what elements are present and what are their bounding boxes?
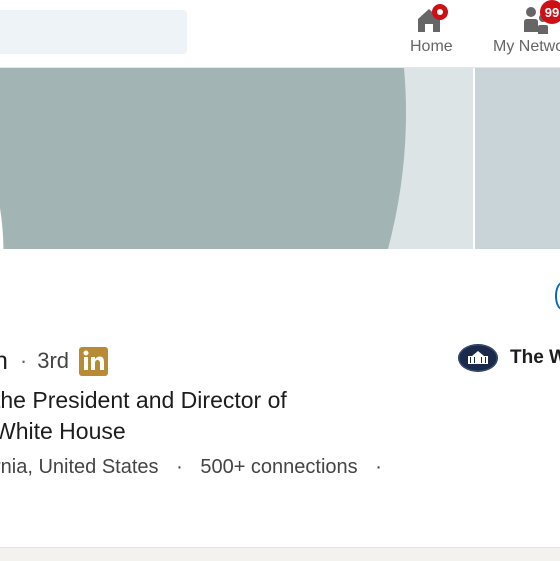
section-divider [0, 547, 560, 561]
nav-my-network[interactable]: 99 My Netwo [490, 0, 560, 67]
nav-home-label: Home [410, 38, 453, 55]
banner-art [0, 68, 560, 249]
location-row: rnia, United States · 500+ connections · [0, 456, 394, 479]
profile-banner [0, 68, 560, 249]
separator-dot: · [375, 456, 382, 478]
linkedin-premium-icon[interactable] [79, 346, 109, 376]
search-input[interactable] [0, 10, 187, 54]
current-organization[interactable]: The W [458, 344, 560, 372]
connection-degree: 3rd [37, 348, 70, 373]
separator-dot: · [176, 456, 183, 478]
profile-location: rnia, United States [0, 456, 159, 478]
organization-name: The W [510, 347, 560, 368]
connections-link[interactable]: 500+ connections [200, 456, 357, 478]
notification-badge: 99 [540, 0, 560, 24]
profile-name: n [0, 346, 8, 375]
circle-icon[interactable] [555, 282, 560, 310]
profile-headline: the President and Director of White Hous… [0, 385, 394, 447]
profile-name-row: n · 3rd [0, 344, 109, 378]
nav-home[interactable]: Home [405, 0, 461, 67]
nav-my-network-label: My Netwo [493, 38, 560, 55]
headline-line-1: the President and Director of [0, 387, 287, 413]
separator-dot: · [19, 348, 28, 373]
headline-line-2: White House [0, 418, 126, 444]
home-icon [418, 4, 448, 32]
white-house-logo-icon [458, 344, 498, 372]
top-nav: Home 99 My Netwo [0, 0, 560, 68]
